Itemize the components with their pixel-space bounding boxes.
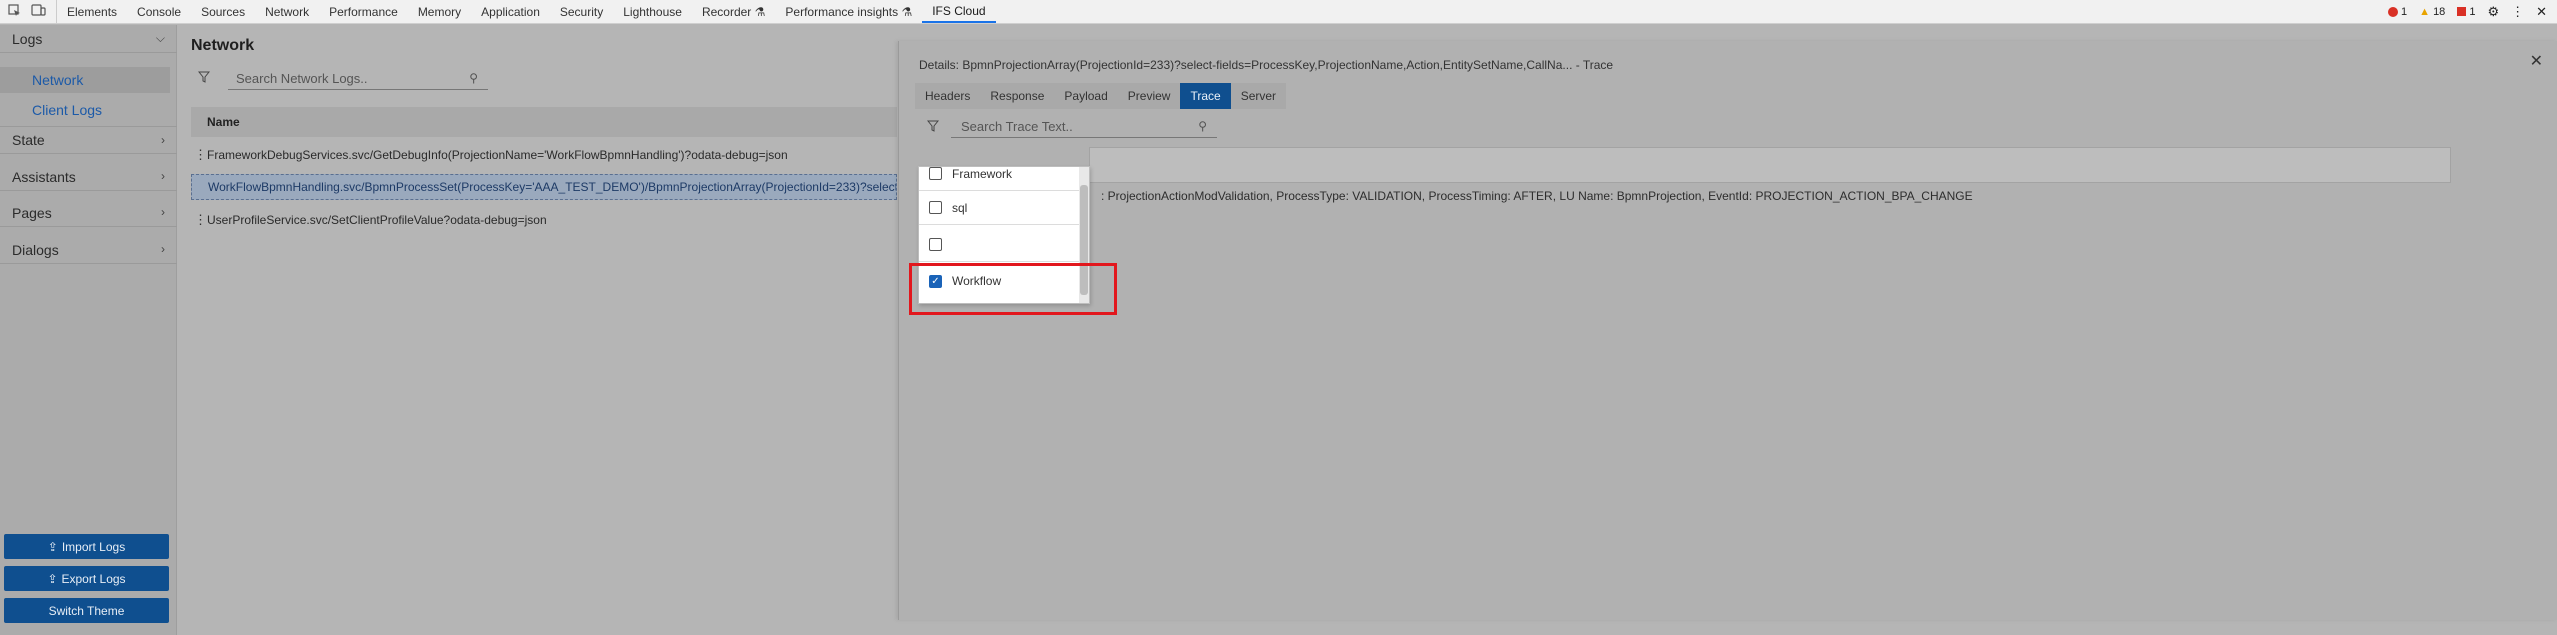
export-logs-label: Export Logs	[61, 571, 126, 586]
devtools-tab-sources[interactable]: Sources	[191, 0, 255, 23]
sidebar-item-logs[interactable]: Logs ⌵	[0, 25, 177, 53]
close-devtools-icon[interactable]: ✕	[2536, 4, 2547, 20]
table-row[interactable]: ⋮ UserProfileService.svc/SetClientProfil…	[191, 207, 897, 233]
import-icon: ⇪	[47, 539, 58, 554]
device-toolbar-icon[interactable]	[31, 3, 46, 20]
tab-response[interactable]: Response	[980, 83, 1055, 109]
sidebar-item-dialogs[interactable]: Dialogs ›	[0, 236, 177, 264]
search-icon[interactable]: ⚲	[469, 71, 478, 85]
sidebar-item-network[interactable]: Network	[0, 67, 170, 93]
option-label: sql	[952, 200, 968, 215]
page-title: Network	[191, 37, 255, 54]
inspect-element-icon[interactable]	[8, 3, 21, 20]
close-icon[interactable]: ✕	[2530, 51, 2543, 71]
row-menu-icon[interactable]: ⋮	[192, 180, 195, 196]
sidebar-item-assistants[interactable]: Assistants ›	[0, 163, 177, 191]
network-search-input[interactable]: Search Network Logs.. ⚲	[228, 68, 488, 90]
trace-filter-icon[interactable]	[926, 120, 940, 135]
errors-count: 1	[2401, 5, 2408, 18]
devtools-tab-security[interactable]: Security	[550, 0, 613, 23]
tab-server[interactable]: Server	[1230, 83, 1287, 109]
filter-icon[interactable]	[197, 71, 211, 86]
option-label: Framework	[952, 166, 1013, 181]
details-panel: Details: BpmnProjectionArray(ProjectionI…	[898, 41, 2557, 620]
row-url: UserProfileService.svc/SetClientProfileV…	[207, 213, 547, 227]
devtools-tab-lighthouse[interactable]: Lighthouse	[613, 0, 692, 23]
devtools-right: 1 ▲ 18 1 ⚙ ⋮ ✕	[2388, 0, 2557, 23]
tab-payload[interactable]: Payload	[1054, 83, 1118, 109]
row-menu-icon[interactable]: ⋮	[194, 147, 207, 163]
switch-theme-button[interactable]: Switch Theme	[4, 598, 169, 623]
search-placeholder: Search Network Logs..	[236, 71, 368, 86]
export-logs-button[interactable]: ⇪ Export Logs	[4, 566, 169, 591]
option-framework[interactable]: Framework	[919, 166, 1079, 191]
sidebar-item-pages[interactable]: Pages ›	[0, 199, 177, 227]
warnings-count: 18	[2433, 5, 2446, 18]
trace-line: : ProjectionActionModValidation, Process…	[1101, 189, 1973, 203]
devtools-tabs: Elements Console Sources Network Perform…	[57, 0, 996, 23]
row-url: FrameworkDebugServices.svc/GetDebugInfo(…	[207, 148, 788, 162]
devtools-tab-memory[interactable]: Memory	[408, 0, 471, 23]
sidebar-item-label: Assistants	[12, 168, 76, 185]
devtools-tab-performance-insights[interactable]: Performance insights ⚗	[775, 0, 922, 23]
checkbox[interactable]	[929, 167, 942, 180]
devtools-toolbar: Elements Console Sources Network Perform…	[0, 0, 2557, 24]
warnings-badge[interactable]: ▲ 18	[2419, 6, 2445, 18]
search-icon[interactable]: ⚲	[1198, 119, 1207, 133]
highlight-annotation	[909, 263, 1117, 315]
table-row-selected[interactable]: ⋮ WorkFlowBpmnHandling.svc/BpmnProcessSe…	[191, 174, 897, 200]
row-menu-icon[interactable]: ⋮	[194, 212, 207, 228]
issues-icon	[2457, 7, 2467, 16]
details-tabs: Headers Response Payload Preview Trace S…	[915, 83, 1287, 109]
issues-count: 1	[2469, 5, 2476, 18]
error-icon	[2388, 6, 2399, 17]
devtools-tab-elements[interactable]: Elements	[57, 0, 127, 23]
sidebar-item-label: State	[12, 132, 45, 148]
devtools-tab-application[interactable]: Application	[471, 0, 550, 23]
chevron-down-icon: ⌵	[155, 31, 165, 45]
checkbox[interactable]	[929, 238, 942, 251]
name-column-header[interactable]: Name	[191, 107, 897, 137]
tab-headers[interactable]: Headers	[915, 83, 981, 109]
tab-trace[interactable]: Trace	[1180, 83, 1231, 109]
devtools-tab-recorder[interactable]: Recorder ⚗	[692, 0, 775, 23]
details-title: Details: BpmnProjectionArray(ProjectionI…	[919, 58, 1614, 72]
sidebar: Logs ⌵ Network Client Logs State › Assis…	[0, 25, 177, 635]
devtools-left-icons	[0, 0, 57, 23]
row-url: WorkFlowBpmnHandling.svc/BpmnProcessSet(…	[208, 180, 897, 194]
chevron-right-icon: ›	[161, 169, 165, 183]
chevron-right-icon: ›	[161, 133, 165, 147]
export-icon: ⇪	[47, 571, 58, 586]
trace-search-input[interactable]: Search Trace Text.. ⚲	[951, 116, 1217, 138]
sidebar-item-state[interactable]: State ›	[0, 126, 177, 154]
issues-badge[interactable]: 1	[2457, 6, 2475, 18]
devtools-tab-performance[interactable]: Performance	[319, 0, 408, 23]
import-logs-button[interactable]: ⇪ Import Logs	[4, 534, 169, 559]
sidebar-item-label: Pages	[12, 204, 52, 221]
checkbox[interactable]	[929, 201, 942, 214]
sidebar-item-client-logs[interactable]: Client Logs	[0, 97, 170, 123]
import-logs-label: Import Logs	[61, 539, 126, 554]
sidebar-item-label: Logs	[12, 30, 43, 47]
trace-search-placeholder: Search Trace Text..	[961, 119, 1073, 134]
option-blank[interactable]	[919, 228, 1079, 262]
chevron-right-icon: ›	[161, 205, 165, 219]
warning-icon: ▲	[2419, 5, 2431, 18]
errors-badge[interactable]: 1	[2388, 6, 2407, 18]
more-options-icon[interactable]: ⋮	[2511, 4, 2524, 20]
devtools-tab-ifs-cloud[interactable]: IFS Cloud	[922, 0, 996, 23]
devtools-tab-console[interactable]: Console	[127, 0, 191, 23]
table-row[interactable]: ⋮ FrameworkDebugServices.svc/GetDebugInf…	[191, 142, 897, 168]
settings-gear-icon[interactable]: ⚙	[2487, 4, 2499, 20]
devtools-tab-network[interactable]: Network	[255, 0, 319, 23]
option-sql[interactable]: sql	[919, 191, 1079, 225]
chevron-right-icon: ›	[161, 242, 165, 256]
tab-preview[interactable]: Preview	[1117, 83, 1181, 109]
sidebar-item-label: Dialogs	[12, 241, 59, 258]
trace-text-area[interactable]	[1089, 147, 2451, 183]
